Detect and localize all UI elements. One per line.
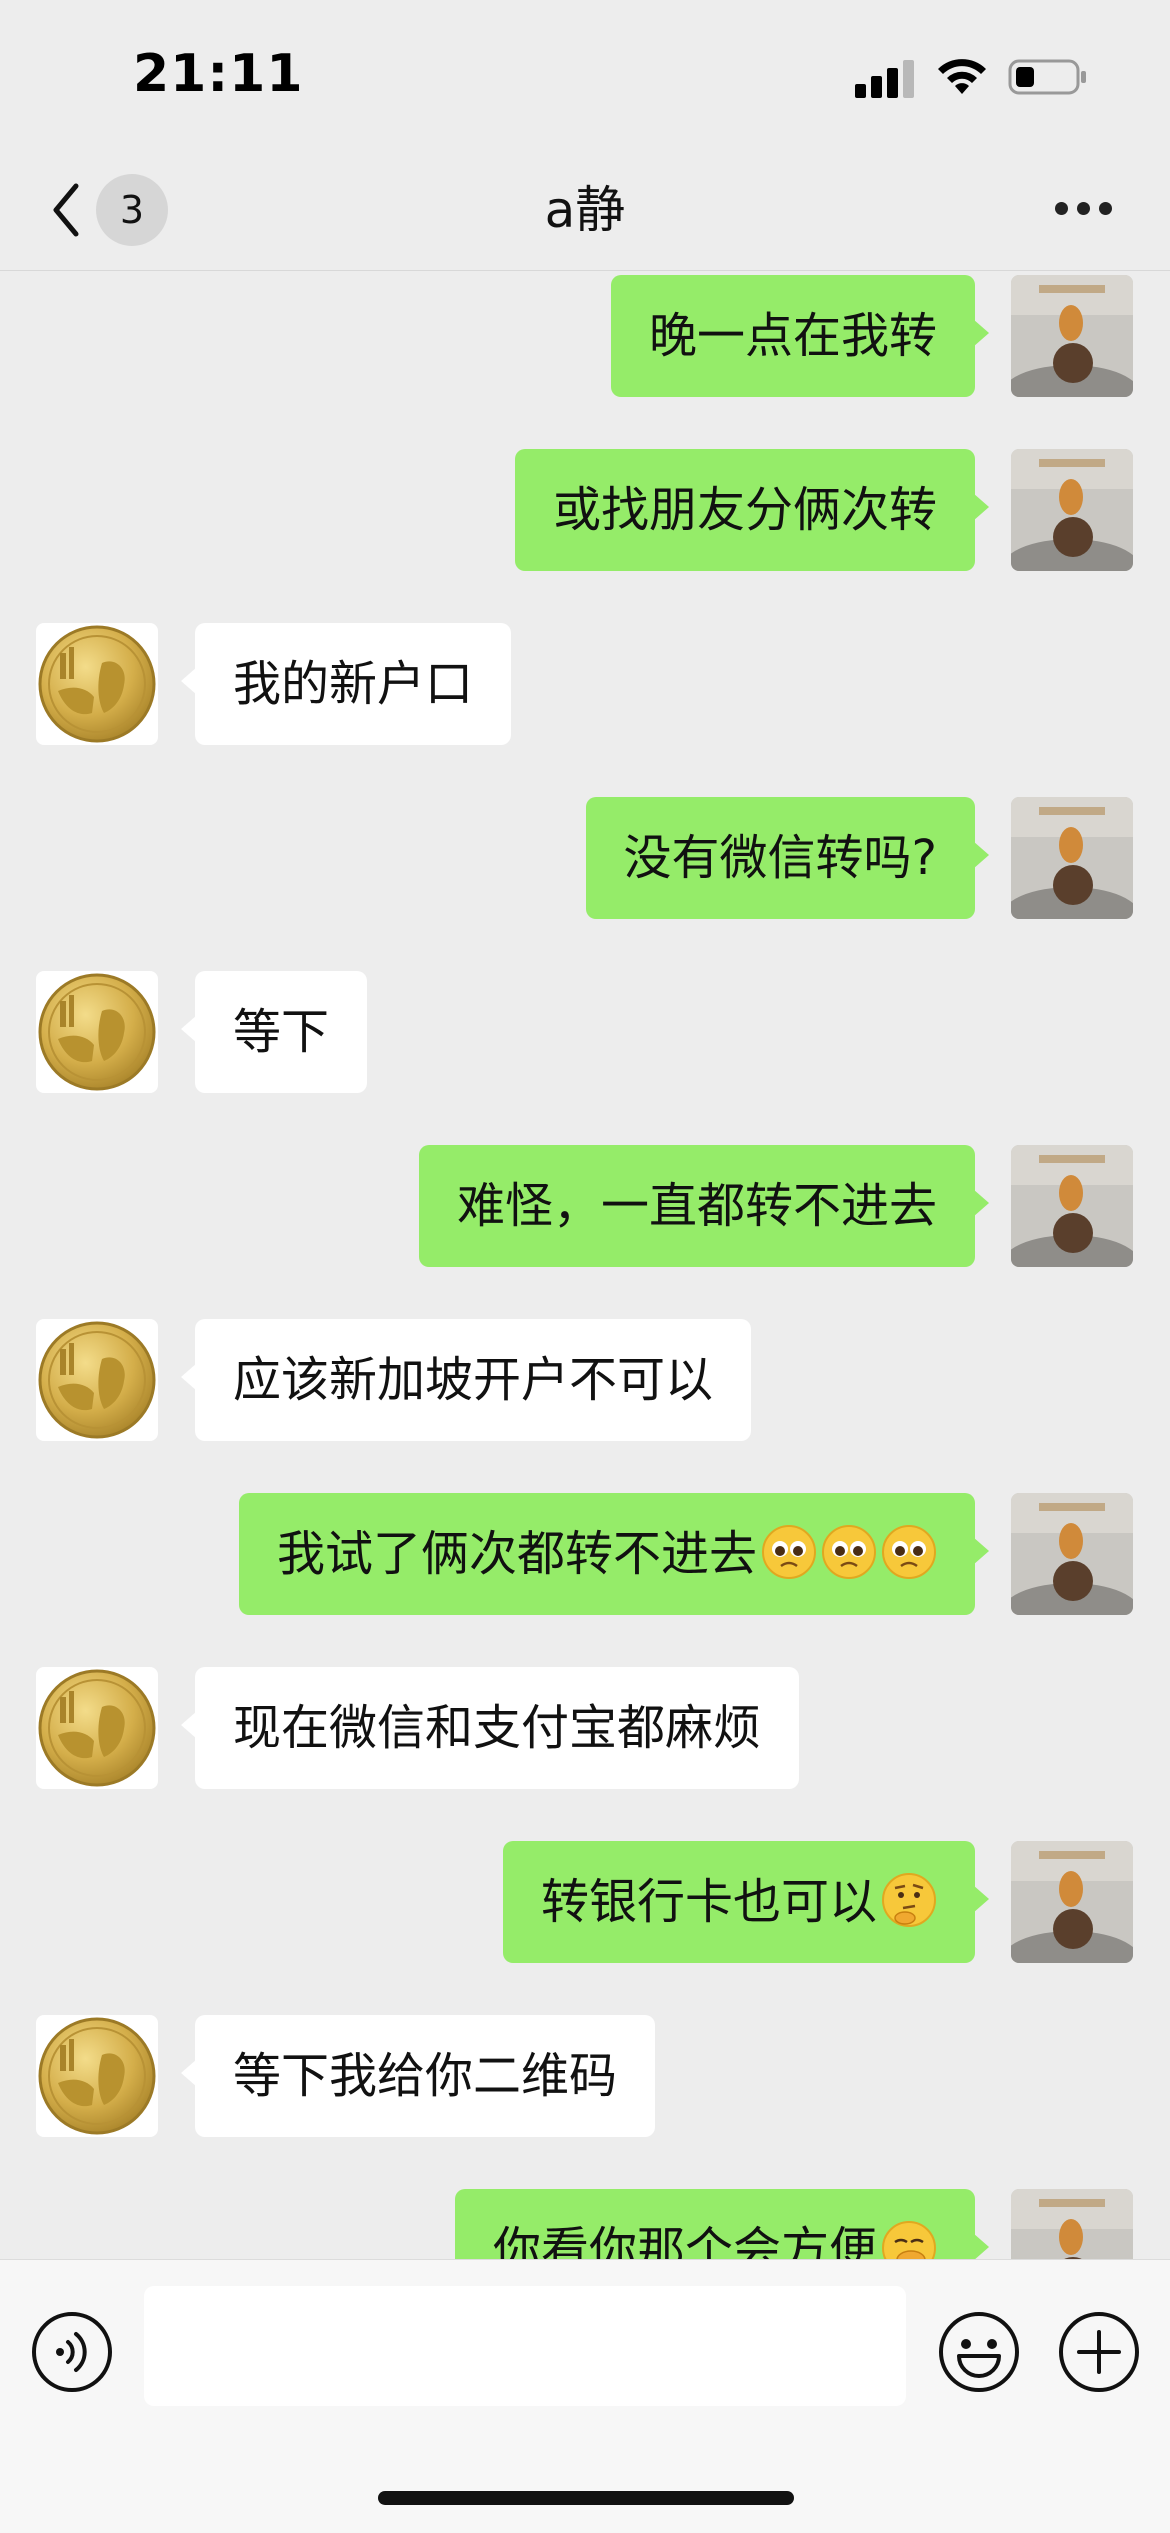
pleading-face-emoji-icon	[821, 1503, 877, 1579]
status-time: 21:11	[133, 44, 304, 104]
message-bubble[interactable]: 晚一点在我转	[610, 275, 990, 397]
contact-avatar[interactable]	[36, 623, 158, 745]
more-dots-icon[interactable]	[1055, 202, 1113, 218]
outgoing-message: 晚一点在我转	[0, 275, 1170, 397]
outgoing-message: 转银行卡也可以	[0, 1841, 1170, 1963]
outgoing-message: 你看你那个会方便	[0, 2189, 1170, 2259]
hand-over-mouth-face-emoji-icon	[881, 2199, 937, 2259]
message-text: 我试了俩次都转不进去	[276, 1526, 757, 1582]
message-bubble[interactable]: 没有微信转吗?	[585, 797, 990, 919]
message-text: 等下	[233, 1004, 330, 1060]
message-bubble[interactable]: 你看你那个会方便	[454, 2189, 990, 2259]
contact-avatar[interactable]	[36, 971, 158, 1093]
message-list[interactable]: 晚一点在我转或找朋友分俩次转我的新户口没有微信转吗? 等下难怪，一直都转不进去应该…	[0, 271, 1170, 2259]
incoming-message: 我的新户口	[0, 623, 1170, 745]
plus-icon[interactable]	[1057, 2310, 1141, 2394]
my-avatar[interactable]	[1011, 1841, 1133, 1963]
input-bar	[0, 2259, 1170, 2533]
message-text: 等下我给你二维码	[233, 2048, 618, 2104]
message-text: 难怪，一直都转不进去	[456, 1178, 937, 1234]
my-avatar[interactable]	[1011, 449, 1133, 571]
my-avatar[interactable]	[1011, 1145, 1133, 1267]
my-avatar[interactable]	[1011, 797, 1133, 919]
contact-avatar[interactable]	[36, 1319, 158, 1441]
message-bubble[interactable]: 现在微信和支付宝都麻烦	[180, 1667, 800, 1789]
status-bar: 21:11	[0, 0, 1170, 150]
my-avatar[interactable]	[1011, 275, 1133, 397]
message-text: 或找朋友分俩次转	[552, 482, 937, 538]
chat-header: 3 a静	[0, 150, 1170, 271]
message-bubble[interactable]: 等下我给你二维码	[180, 2015, 656, 2137]
message-bubble[interactable]: 我的新户口	[180, 623, 512, 745]
outgoing-message: 没有微信转吗?	[0, 797, 1170, 919]
battery-icon	[1008, 59, 1086, 95]
message-input[interactable]	[144, 2286, 906, 2406]
message-bubble[interactable]: 我试了俩次都转不进去	[238, 1493, 990, 1615]
message-bubble[interactable]: 难怪，一直都转不进去	[418, 1145, 990, 1267]
contact-avatar[interactable]	[36, 1667, 158, 1789]
my-avatar[interactable]	[1011, 2189, 1133, 2259]
message-bubble[interactable]: 转银行卡也可以	[502, 1841, 990, 1963]
wifi-icon	[938, 59, 986, 94]
pleading-face-emoji-icon	[761, 1503, 817, 1579]
message-text: 转银行卡也可以	[540, 1874, 877, 1930]
message-text: 晚一点在我转	[648, 308, 937, 364]
outgoing-message: 或找朋友分俩次转	[0, 449, 1170, 571]
outgoing-message: 我试了俩次都转不进去	[0, 1493, 1170, 1615]
contact-avatar[interactable]	[36, 2015, 158, 2137]
incoming-message: 等下我给你二维码	[0, 2015, 1170, 2137]
my-avatar[interactable]	[1011, 1493, 1133, 1615]
thinking-face-emoji-icon	[881, 1851, 937, 1927]
incoming-message: 等下	[0, 971, 1170, 1093]
message-text: 我的新户口	[233, 656, 474, 712]
outgoing-message: 难怪，一直都转不进去	[0, 1145, 1170, 1267]
message-text: 应该新加坡开户不可以	[233, 1352, 714, 1408]
cellular-signal-icon	[855, 58, 915, 98]
message-bubble[interactable]: 或找朋友分俩次转	[514, 449, 990, 571]
smile-icon[interactable]	[937, 2310, 1021, 2394]
pleading-face-emoji-icon	[881, 1503, 937, 1579]
incoming-message: 应该新加坡开户不可以	[0, 1319, 1170, 1441]
message-bubble[interactable]: 等下	[180, 971, 368, 1093]
message-bubble[interactable]: 应该新加坡开户不可以	[180, 1319, 752, 1441]
home-indicator	[378, 2491, 794, 2505]
message-text: 你看你那个会方便	[492, 2222, 877, 2259]
voice-icon[interactable]	[30, 2310, 114, 2394]
incoming-message: 现在微信和支付宝都麻烦	[0, 1667, 1170, 1789]
chat-title: a静	[544, 181, 626, 239]
message-text: 没有微信转吗?	[623, 830, 937, 886]
message-text: 现在微信和支付宝都麻烦	[233, 1700, 762, 1756]
